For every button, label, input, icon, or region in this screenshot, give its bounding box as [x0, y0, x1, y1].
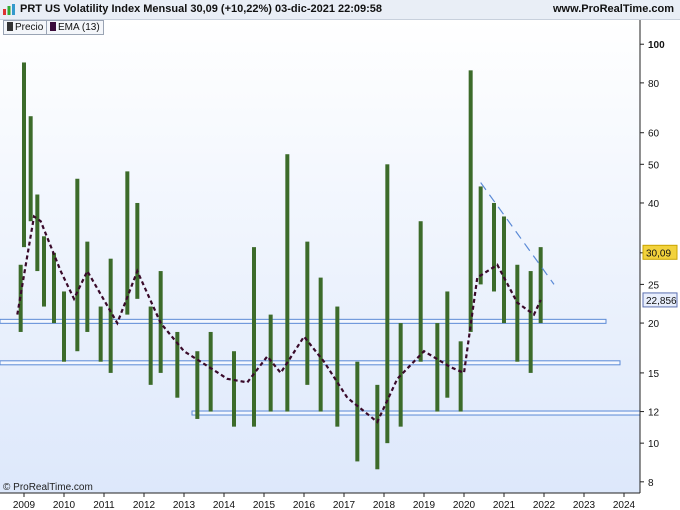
bar-chart-icon	[3, 4, 15, 15]
legend-item-price[interactable]: Precio	[3, 20, 48, 35]
x-tick-label: 2022	[533, 500, 556, 510]
price-bar	[232, 351, 236, 427]
site-link[interactable]: www.ProRealTime.com	[553, 3, 674, 15]
x-tick-label: 2011	[93, 500, 115, 510]
support-line[interactable]	[191, 410, 641, 416]
legend-label: Precio	[15, 22, 44, 33]
price-bar	[148, 306, 153, 385]
y-tick-label: 15	[648, 369, 660, 380]
x-tick-label: 2021	[493, 500, 516, 510]
price-bar	[98, 306, 103, 362]
watermark: © ProRealTime.com	[3, 482, 93, 493]
x-tick-label: 2019	[413, 500, 436, 510]
price-bar	[85, 241, 90, 332]
price-bar	[22, 62, 26, 248]
price-bar	[458, 341, 463, 412]
x-tick-label: 2013	[173, 500, 196, 510]
chart-title: PRT US Volatility Index Mensual 30,09 (+…	[20, 3, 383, 15]
price-bar	[42, 236, 46, 307]
price-bar	[445, 291, 450, 398]
price-bar	[435, 323, 440, 412]
ema-value-tag-label: 22,856	[646, 296, 677, 307]
y-tick-label: 100	[648, 40, 665, 51]
price-bar	[538, 247, 543, 324]
x-tick-label: 2016	[293, 500, 316, 510]
y-tick-label: 50	[648, 160, 660, 171]
y-tick-label: 12	[648, 408, 660, 419]
plot-background	[0, 20, 640, 493]
x-tick-label: 2014	[213, 500, 236, 510]
y-tick-label: 60	[648, 129, 660, 140]
y-tick-label: 20	[648, 319, 660, 330]
price-bar	[285, 154, 290, 412]
x-tick-label: 2009	[13, 500, 36, 510]
price-bar	[28, 116, 33, 222]
price-bar	[62, 291, 66, 362]
price-bar	[478, 186, 483, 285]
price-bar	[35, 194, 40, 272]
price-bar	[135, 202, 140, 299]
support-line[interactable]	[0, 360, 621, 366]
price-bar	[52, 252, 56, 324]
price-bar	[75, 178, 80, 352]
price-chart[interactable]: 810121520253040506080100 200920102011201…	[0, 0, 680, 510]
price-bar	[268, 314, 273, 412]
price-bar	[398, 323, 403, 427]
price-bar	[252, 247, 256, 427]
x-tick-label: 2010	[53, 500, 76, 510]
y-tick-label: 40	[648, 199, 660, 210]
y-tick-label: 80	[648, 79, 660, 90]
price-bar	[492, 202, 496, 292]
legend-item-ema[interactable]: EMA (13)	[46, 20, 104, 35]
price-bar	[305, 241, 310, 385]
price-bar	[418, 221, 423, 362]
x-tick-label: 2020	[453, 500, 476, 510]
price-bar	[208, 331, 213, 412]
last-price-tag-label: 30,09	[646, 248, 671, 259]
y-tick-label: 25	[648, 280, 660, 291]
y-tick-label: 8	[648, 478, 654, 489]
x-tick-label: 2012	[133, 500, 156, 510]
price-bar	[502, 216, 506, 324]
x-tick-label: 2024	[613, 500, 636, 510]
price-bar	[515, 264, 520, 362]
price-swatch-icon	[7, 22, 13, 31]
price-bar	[375, 384, 380, 470]
x-tick-label: 2018	[373, 500, 396, 510]
title-bar: PRT US Volatility Index Mensual 30,09 (+…	[0, 0, 680, 20]
ema-swatch-icon	[50, 22, 56, 31]
y-tick-label: 10	[648, 439, 660, 450]
x-tick-label: 2023	[573, 500, 596, 510]
price-bar	[355, 361, 360, 462]
x-tick-label: 2015	[253, 500, 276, 510]
price-bar	[335, 306, 340, 427]
legend-label: EMA (13)	[58, 22, 100, 33]
support-line[interactable]	[0, 318, 607, 324]
x-tick-label: 2017	[333, 500, 356, 510]
price-bar	[528, 271, 533, 373]
chart-frame: 810121520253040506080100 200920102011201…	[0, 0, 680, 510]
price-bar	[468, 70, 473, 332]
price-bar	[318, 277, 323, 412]
